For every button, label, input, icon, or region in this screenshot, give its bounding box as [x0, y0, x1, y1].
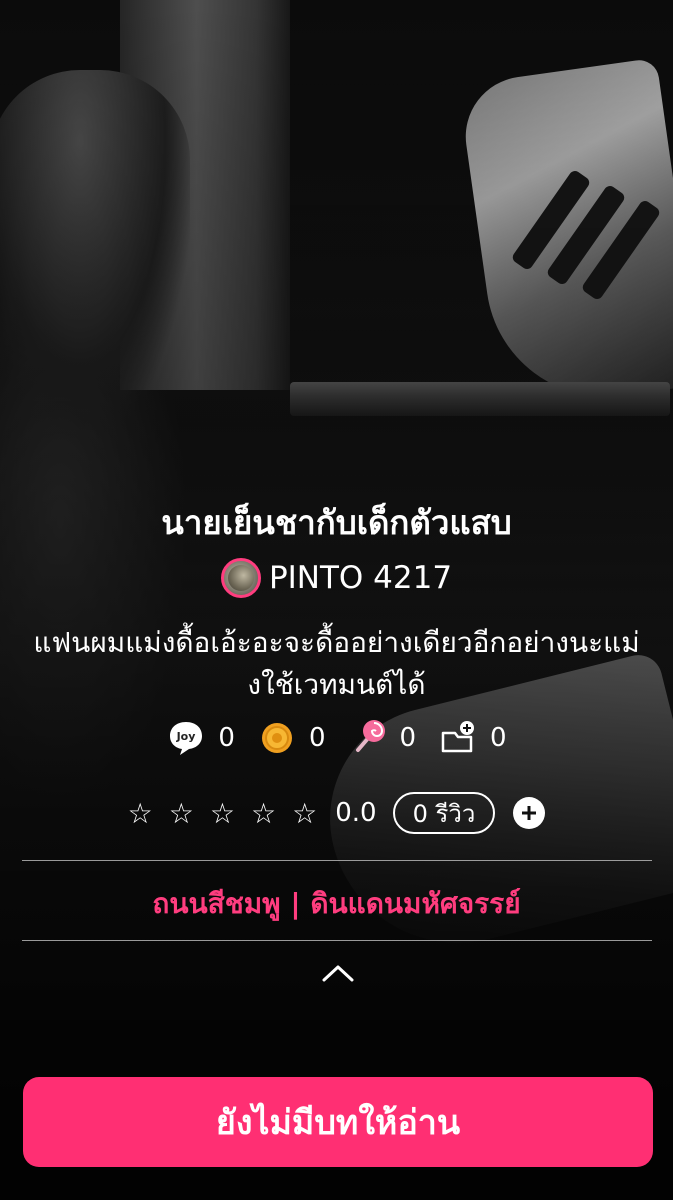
- joy-icon: Joy: [166, 718, 206, 758]
- reviews-button[interactable]: 0 รีวิว: [392, 792, 496, 834]
- coin-stat[interactable]: 0: [257, 718, 326, 758]
- plus-icon: [522, 806, 537, 820]
- chevron-up-icon: [322, 965, 354, 982]
- lollipop-icon: [348, 718, 388, 758]
- joy-stat[interactable]: Joy 0: [166, 718, 235, 758]
- coin-icon: [257, 718, 297, 758]
- star-icon[interactable]: ☆: [210, 797, 235, 830]
- shelf-stat[interactable]: 0: [438, 718, 507, 758]
- add-review-button[interactable]: [513, 797, 546, 829]
- star-icon[interactable]: ☆: [169, 797, 194, 830]
- avatar-image: [227, 565, 254, 591]
- star-icon[interactable]: ☆: [128, 797, 153, 830]
- story-category[interactable]: ถนนสีชมพู | ดินแดนมหัศจรรย์: [0, 882, 673, 926]
- story-title: นายเย็นชากับเด็กตัวแสบ: [161, 503, 512, 542]
- star-rating[interactable]: ☆ ☆ ☆ ☆ ☆: [128, 797, 318, 830]
- rating-value: 0.0: [335, 798, 377, 828]
- collapse-button[interactable]: [316, 958, 360, 988]
- divider: [22, 860, 652, 861]
- author-avatar[interactable]: [220, 558, 261, 598]
- star-icon[interactable]: ☆: [292, 797, 317, 830]
- story-description: แฟนผมแม่งดื้อเอ้ะอะจะดื้ออย่างเดียวอีกอย…: [33, 626, 640, 701]
- shelf-count: 0: [490, 723, 507, 753]
- story-info: นายเย็นชากับเด็กตัวแสบ PINTO 4217 แฟนผมแ…: [0, 0, 673, 1200]
- svg-text:Joy: Joy: [176, 730, 196, 743]
- star-icon[interactable]: ☆: [251, 797, 276, 830]
- story-stats: Joy 0 0 0 0: [0, 718, 673, 758]
- coin-count: 0: [308, 723, 326, 753]
- author-name[interactable]: PINTO 4217: [269, 560, 452, 596]
- story-detail-screen: นายเย็นชากับเด็กตัวแสบ PINTO 4217 แฟนผมแ…: [0, 0, 673, 1200]
- divider: [22, 940, 652, 941]
- author-row[interactable]: PINTO 4217: [0, 558, 673, 598]
- rating-row: ☆ ☆ ☆ ☆ ☆ 0.0 0 รีวิว: [0, 792, 673, 834]
- candy-count: 0: [399, 723, 417, 753]
- read-button[interactable]: ยังไม่มีบทให้อ่าน: [23, 1077, 653, 1167]
- candy-stat[interactable]: 0: [348, 718, 417, 758]
- joy-count: 0: [218, 723, 235, 753]
- add-to-shelf-icon: [438, 718, 478, 758]
